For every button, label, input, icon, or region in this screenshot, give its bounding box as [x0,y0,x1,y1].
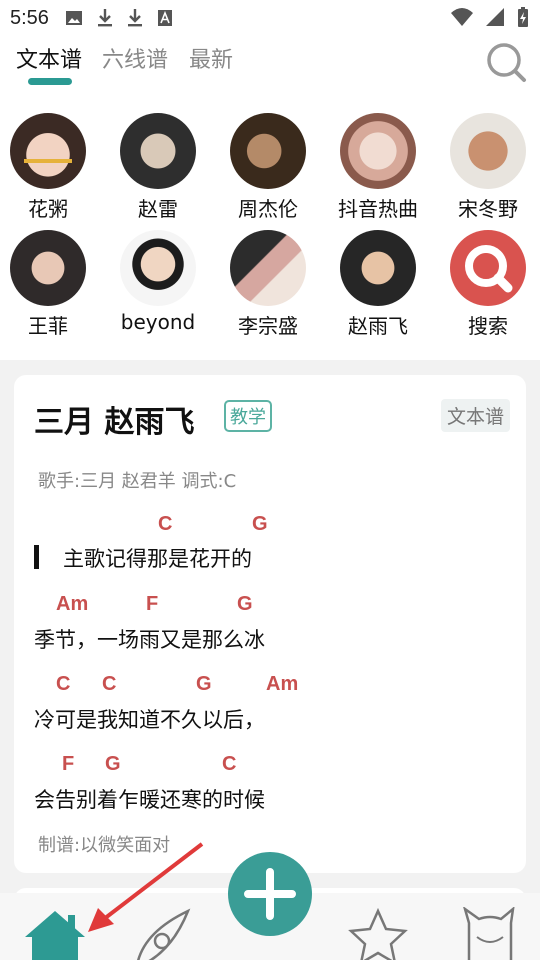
tab-latest[interactable]: 最新 [189,42,233,74]
star-icon[interactable] [343,907,413,960]
artist-name: 赵雨飞 [348,314,408,338]
artist-name: 周杰伦 [238,197,298,221]
active-tab-indicator [28,78,72,85]
avatar [340,113,416,189]
chord-label: C [56,673,71,695]
lyric-line: 季节，一场雨又是那么冰 [34,628,265,652]
image-icon [65,11,82,25]
song-meta: 歌手:三月 赵君羊 调式:C [38,471,237,492]
chord-label: G [105,753,121,775]
section-marker [34,545,39,569]
artist-name: 花粥 [28,197,68,221]
artist-item[interactable]: 抖音热曲 [323,113,433,222]
download-icon [127,9,142,27]
chord-label: F [62,753,75,775]
artist-item[interactable]: 李宗盛 [213,230,323,339]
plus-icon [244,868,296,920]
wifi-icon [451,8,473,26]
add-button[interactable] [228,852,312,936]
avatar [340,230,416,306]
search-avatar [450,230,526,306]
avatar [120,230,196,306]
chord-label: C [102,673,117,695]
chord-label: C [222,753,237,775]
status-time: 5:56 [10,6,49,29]
avatar [10,230,86,306]
artist-item[interactable]: 宋冬野 [433,113,540,222]
app-notification-icon [157,10,172,26]
status-notification-icons [65,8,173,28]
rocket-icon[interactable] [128,907,198,960]
artist-item[interactable]: 赵雨飞 [323,230,433,339]
status-system-icons [450,6,530,28]
chord-label: G [252,513,268,535]
artist-name: 赵雷 [138,197,178,221]
search-icon[interactable] [484,40,528,84]
artist-name: 搜索 [468,314,508,338]
lyric-line: 主歌记得那是花开的 [63,547,252,571]
chord-label: G [196,673,212,695]
artist-name: 王菲 [28,314,68,338]
artist-item[interactable]: 花粥 [0,113,103,222]
artist-item[interactable]: beyond [103,230,213,334]
chord-label: Am [266,673,299,695]
artist-item[interactable]: 赵雷 [103,113,213,222]
avatar [230,230,306,306]
search-icon [465,245,513,293]
artist-name: beyond [120,310,196,334]
artist-name: 李宗盛 [238,314,298,338]
artist-name: 宋冬野 [458,197,518,221]
artist-name: 抖音热曲 [338,197,418,221]
home-icon[interactable] [20,907,90,960]
song-title: 三月 赵雨飞 [34,405,195,440]
artist-grid: 花粥 赵雷 周杰伦 抖音热曲 宋冬野 王菲 beyond 李宗盛 赵雨飞 搜索 [0,100,540,360]
avatar [120,113,196,189]
tab-text-score[interactable]: 文本谱 [16,42,82,74]
avatar [450,113,526,189]
chord-label: Am [56,593,89,615]
artist-item[interactable]: 周杰伦 [213,113,323,222]
avatar [230,113,306,189]
artist-item[interactable]: 王菲 [0,230,103,339]
signal-icon [486,8,504,26]
download-icon [97,9,112,27]
lyric-line: 会告别着乍暖还寒的时候 [34,788,265,812]
lyric-line: 冷可是我知道不久以后， [34,708,265,732]
score-type-badge: 文本谱 [440,399,510,432]
battery-icon [518,7,528,27]
chord-label: F [146,593,159,615]
status-bar: 5:56 [0,0,540,36]
artist-search-item[interactable]: 搜索 [433,230,540,339]
chord-label: G [237,593,253,615]
top-tab-bar: 文本谱 六线谱 最新 [0,36,540,100]
tab-guitar-tab[interactable]: 六线谱 [102,42,168,74]
chord-label: C [158,513,173,535]
song-card[interactable]: 三月 赵雨飞 教学 文本谱 歌手:三月 赵君羊 调式:C C G 主歌记得那是花… [14,375,526,873]
teach-badge: 教学 [224,400,272,432]
avatar [10,113,86,189]
score-credit: 制谱:以微笑面对 [38,835,171,856]
cat-profile-icon[interactable] [455,907,525,960]
